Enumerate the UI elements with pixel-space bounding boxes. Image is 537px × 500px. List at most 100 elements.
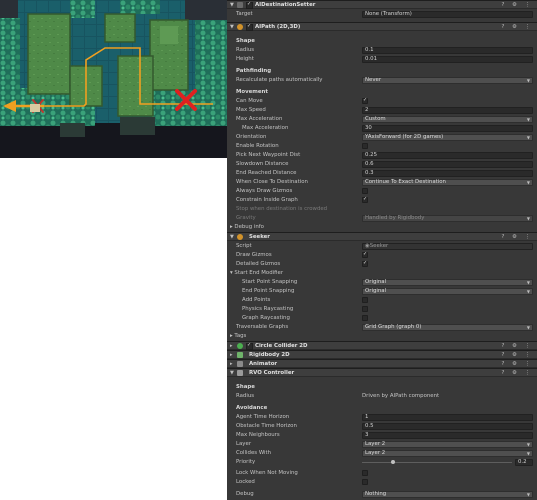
add-points-checkbox[interactable] <box>362 297 368 303</box>
game-preview <box>0 0 227 158</box>
graph-raycast-checkbox[interactable] <box>362 315 368 321</box>
expand-arrow-icon[interactable]: ▼ <box>230 24 234 30</box>
rigidbody-icon <box>237 352 243 358</box>
rvo-icon <box>237 370 243 376</box>
collides-label: Collides With <box>236 450 272 456</box>
expand-arrow-icon[interactable]: ▸ <box>230 352 233 358</box>
start-snap-dropdown[interactable]: Original ▼ <box>362 279 533 286</box>
end-reached-label: End Reached Distance <box>236 170 297 176</box>
debug-dropdown[interactable]: Nothing ▼ <box>362 491 533 498</box>
end-reached-field[interactable]: 0.3 <box>362 170 533 177</box>
max-speed-field[interactable]: 2 <box>362 107 533 114</box>
priority-field[interactable]: 0.2 <box>515 459 533 466</box>
always-draw-checkbox[interactable] <box>362 188 368 194</box>
traversable-label: Traversable Graphs <box>236 324 289 330</box>
script-icon <box>237 2 243 8</box>
priority-slider-knob[interactable] <box>391 460 395 464</box>
seeker-icon <box>237 234 243 240</box>
expand-arrow-icon[interactable]: ▸ <box>230 343 233 349</box>
component-header-rigidbody[interactable]: ▸ Rigidbody 2D ? ⚙ ⋮ <box>227 350 537 359</box>
script-field[interactable]: ◉Seeker <box>362 243 533 250</box>
component-title: AIDestinationSetter <box>255 2 316 8</box>
detailed-gizmos-checkbox[interactable] <box>362 260 368 267</box>
max-neighbours-label: Max Neighbours <box>236 432 280 438</box>
max-accel-sub-field[interactable]: 30 <box>362 125 533 132</box>
component-header-rvo[interactable]: ▼ RVO Controller ? ⚙ ⋮ <box>227 368 537 377</box>
radius-label: Radius <box>236 47 255 53</box>
gravity-dropdown[interactable]: Handled by Rigidbody ▼ <box>362 215 533 222</box>
layer-dropdown[interactable]: Layer 2 ▼ <box>362 441 533 448</box>
agent-time-field[interactable]: 1 <box>362 414 533 421</box>
section-shape: Shape <box>236 38 255 44</box>
end-snap-label: End Point Snapping <box>242 288 295 294</box>
component-options-icons[interactable]: ? ⚙ ⋮ <box>501 233 533 241</box>
priority-slider-track[interactable] <box>362 462 512 463</box>
draw-gizmos-checkbox[interactable] <box>362 251 368 258</box>
component-header-circle-collider[interactable]: ▸ Circle Collider 2D ? ⚙ ⋮ <box>227 341 537 350</box>
max-speed-label: Max Speed <box>236 107 266 113</box>
pick-next-field[interactable]: 0.25 <box>362 152 533 159</box>
tags-foldout[interactable]: ▸ Tags <box>230 332 246 341</box>
constrain-checkbox[interactable] <box>362 196 368 203</box>
section-movement: Movement <box>236 89 268 95</box>
component-options-icons[interactable]: ? ⚙ ⋮ <box>501 23 533 31</box>
traversable-dropdown[interactable]: Grid Graph (graph 0) ▼ <box>362 324 533 331</box>
component-options-icons[interactable]: ? ⚙ ⋮ <box>501 342 533 350</box>
enable-checkbox[interactable] <box>246 1 253 9</box>
debug-info-foldout[interactable]: ▸ Debug info <box>230 223 264 232</box>
height-field[interactable]: 0.01 <box>362 56 533 63</box>
layer-label: Layer <box>236 441 252 447</box>
orientation-dropdown[interactable]: YAxisForward (for 2D games) ▼ <box>362 134 533 141</box>
when-close-dropdown[interactable]: Continue To Exact Destination ▼ <box>362 179 533 186</box>
recalc-dropdown[interactable]: Never ▼ <box>362 77 533 84</box>
max-accel-sub-label: Max Acceleration <box>242 125 289 131</box>
component-title: Seeker <box>249 234 270 240</box>
enable-rotation-checkbox[interactable] <box>362 143 368 149</box>
obstacle-time-label: Obstacle Time Horizon <box>236 423 297 429</box>
component-options-icons[interactable]: ? ⚙ ⋮ <box>501 1 533 9</box>
enable-checkbox[interactable] <box>246 342 253 350</box>
recalc-label: Recalculate paths automatically <box>236 77 323 83</box>
can-move-checkbox[interactable] <box>362 97 368 104</box>
obstacle-time-field[interactable]: 0.5 <box>362 423 533 430</box>
component-header-seeker[interactable]: ▼ Seeker ? ⚙ ⋮ <box>227 232 537 241</box>
detailed-gizmos-label: Detailed Gizmos <box>236 261 281 267</box>
component-options-icons[interactable]: ? ⚙ ⋮ <box>501 369 533 377</box>
radius-field[interactable]: 0.1 <box>362 47 533 54</box>
component-header-animator[interactable]: ▸ Animator ? ⚙ ⋮ <box>227 359 537 368</box>
enable-checkbox[interactable] <box>246 23 253 31</box>
component-title: Animator <box>249 361 278 367</box>
expand-arrow-icon[interactable]: ▸ <box>230 361 233 367</box>
component-title: RVO Controller <box>249 370 295 376</box>
max-neighbours-field[interactable]: 3 <box>362 432 533 439</box>
expand-arrow-icon[interactable]: ▼ <box>230 370 234 376</box>
component-options-icons[interactable]: ? ⚙ ⋮ <box>501 360 533 368</box>
component-header-destination-setter[interactable]: ▼ AIDestinationSetter ? ⚙ ⋮ <box>227 0 537 9</box>
physics-raycast-checkbox[interactable] <box>362 306 368 312</box>
height-label: Height <box>236 56 254 62</box>
dropdown-arrow-icon: ▼ <box>526 78 530 83</box>
end-snap-dropdown[interactable]: Original ▼ <box>362 288 533 295</box>
expand-arrow-icon[interactable]: ▼ <box>230 2 234 8</box>
slowdown-label: Slowdown Distance <box>236 161 289 167</box>
target-field[interactable]: None (Transform) <box>362 11 533 18</box>
locked-checkbox[interactable] <box>362 479 368 485</box>
component-header-aipath[interactable]: ▼ AIPath (2D,3D) ? ⚙ ⋮ <box>227 22 537 31</box>
stop-crowded-label: Stop when destination is crowded <box>236 206 328 212</box>
slowdown-field[interactable]: 0.6 <box>362 161 533 168</box>
collides-dropdown[interactable]: Layer 2 ▼ <box>362 450 533 457</box>
component-title: Circle Collider 2D <box>255 343 308 349</box>
pathfinding-script-icon <box>237 24 243 30</box>
component-title: Rigidbody 2D <box>249 352 290 358</box>
add-points-label: Add Points <box>242 297 271 303</box>
expand-arrow-icon[interactable]: ▼ <box>230 234 234 240</box>
lock-checkbox[interactable] <box>362 470 368 476</box>
component-options-icons[interactable]: ? ⚙ ⋮ <box>501 351 533 359</box>
max-accel-dropdown[interactable]: Custom ▼ <box>362 116 533 123</box>
enable-rotation-label: Enable Rotation <box>236 143 279 149</box>
priority-label: Priority <box>236 459 256 465</box>
circle-collider-icon <box>237 343 243 349</box>
start-end-foldout[interactable]: ▾ Start End Modifier <box>230 269 283 278</box>
pick-next-label: Pick Next Waypoint Dist <box>236 152 301 158</box>
tilemap-scene <box>0 0 227 158</box>
